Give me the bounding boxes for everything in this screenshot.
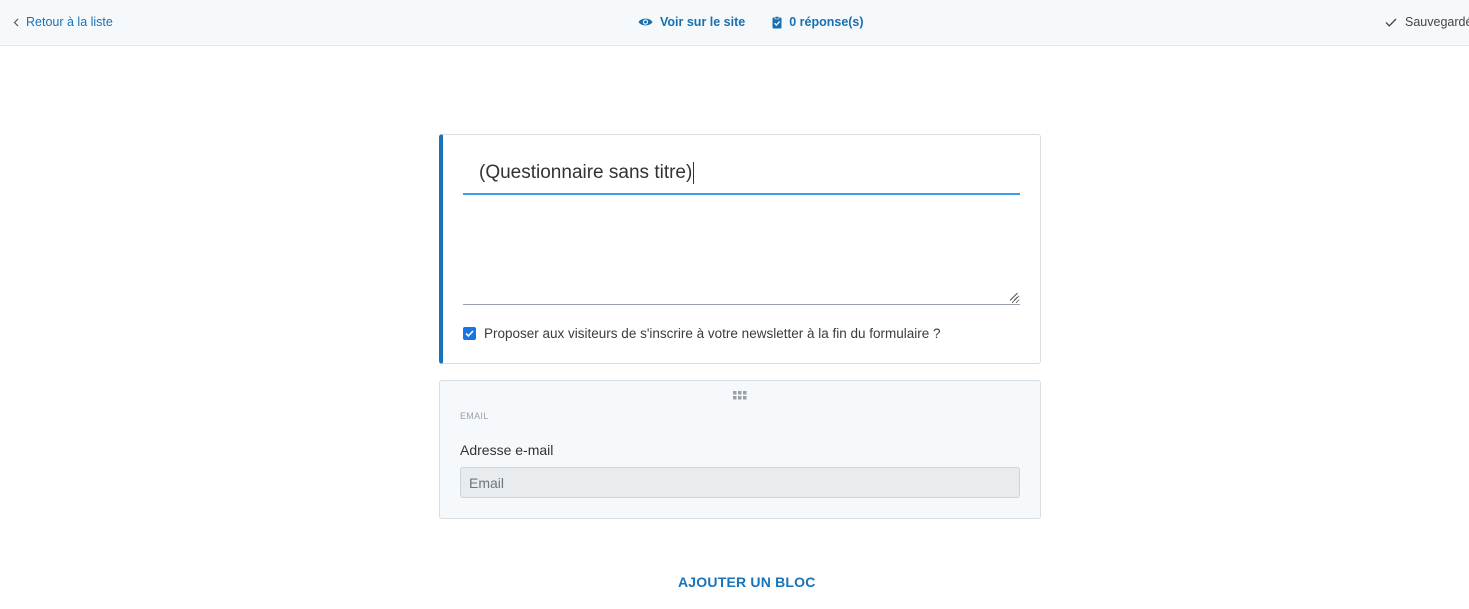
eye-icon [638,18,653,26]
responses-count-label: 0 réponse(s) [789,15,864,29]
form-title-value: (Questionnaire sans titre) [479,162,693,183]
chevron-left-icon [13,18,19,26]
clipboard-check-icon [772,15,782,28]
resize-grip-icon[interactable] [1009,292,1018,301]
text-caret [693,162,695,184]
block-type-label: EMAIL [460,411,489,421]
add-block-button[interactable]: AJOUTER UN BLOC [678,574,816,590]
responses-button[interactable]: 0 réponse(s) [772,15,864,29]
form-header-card: (Questionnaire sans titre) Proposer aux … [439,134,1041,364]
view-on-site-label: Voir sur le site [660,15,746,29]
save-status-label: Sauvegardé [1405,15,1469,29]
top-bar: Retour à la liste Voir sur le site 0 rép… [0,0,1469,46]
newsletter-label: Proposer aux visiteurs de s'inscrire à v… [484,326,941,341]
checkmark-icon [465,330,474,337]
back-to-list-link[interactable]: Retour à la liste [13,15,113,29]
form-description-textarea[interactable] [463,199,1020,305]
email-field-label: Adresse e-mail [460,442,554,458]
email-placeholder: Email [469,474,505,491]
check-icon [1385,18,1397,27]
email-field[interactable]: Email [460,467,1020,498]
back-to-list-label: Retour à la liste [26,15,113,29]
newsletter-option[interactable]: Proposer aux visiteurs de s'inscrire à v… [463,326,941,341]
drag-handle-icon[interactable] [733,391,747,400]
newsletter-checkbox[interactable] [463,327,476,340]
form-title-input[interactable]: (Questionnaire sans titre) [463,153,1020,195]
save-status: Sauvegardé [1385,15,1469,29]
view-on-site-button[interactable]: Voir sur le site [638,15,745,29]
email-block-card[interactable]: EMAIL Adresse e-mail Email [439,380,1041,519]
topbar-center-links: Voir sur le site 0 réponse(s) [638,15,864,29]
